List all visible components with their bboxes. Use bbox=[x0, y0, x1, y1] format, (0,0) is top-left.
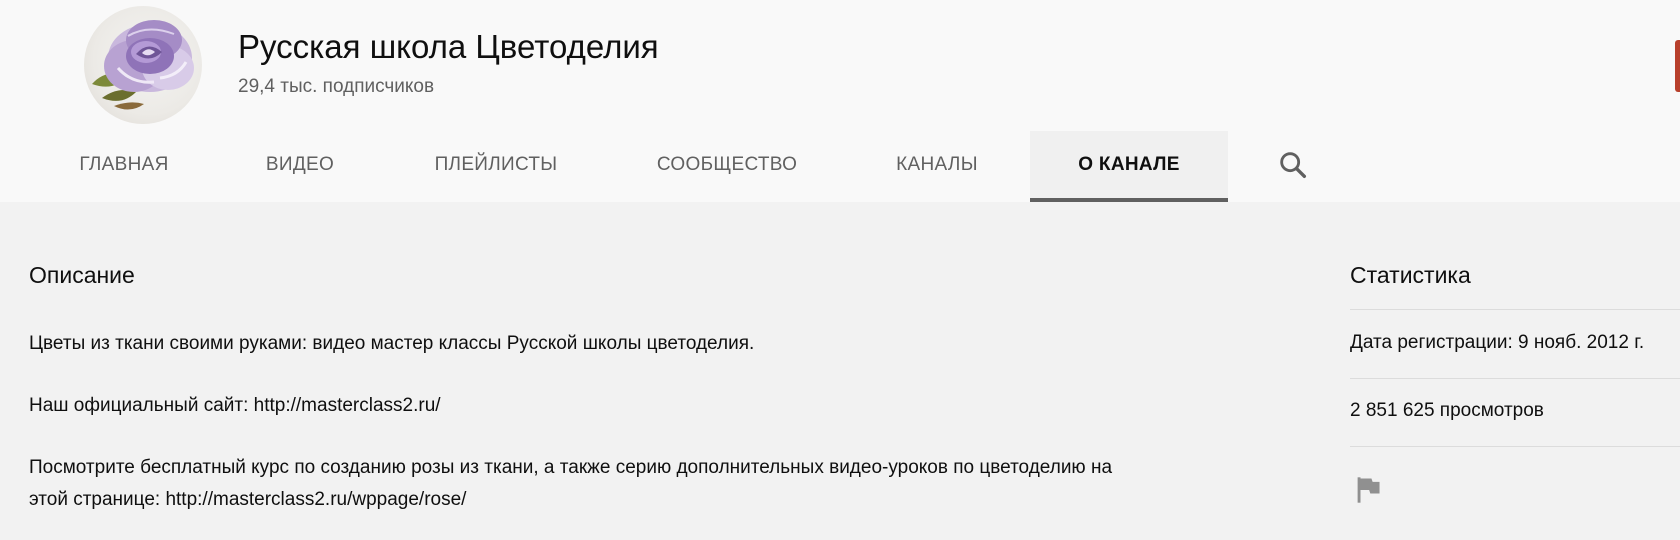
stats-heading: Статистика bbox=[1350, 262, 1471, 288]
description-heading: Описание bbox=[29, 262, 135, 288]
tab-community[interactable]: СООБЩЕСТВО bbox=[642, 131, 812, 202]
stats-divider bbox=[1350, 378, 1680, 379]
stats-divider bbox=[1350, 309, 1680, 310]
stats-divider bbox=[1350, 446, 1680, 447]
channel-header: Русская школа Цветоделия 29,4 тыс. подпи… bbox=[0, 0, 1680, 202]
registration-date: Дата регистрации: 9 нояб. 2012 г. bbox=[1350, 332, 1645, 353]
report-button[interactable] bbox=[1354, 475, 1382, 505]
tab-channels[interactable]: КАНАЛЫ bbox=[880, 131, 994, 202]
channel-avatar[interactable] bbox=[84, 6, 202, 124]
flag-icon bbox=[1357, 477, 1380, 503]
tab-about[interactable]: О КАНАЛЕ bbox=[1030, 131, 1228, 202]
tab-playlists[interactable]: ПЛЕЙЛИСТЫ bbox=[416, 131, 576, 202]
channel-title: Русская школа Цветоделия bbox=[238, 28, 659, 65]
tab-home[interactable]: ГЛАВНАЯ bbox=[62, 131, 186, 202]
subscribe-button[interactable] bbox=[1675, 40, 1680, 92]
description-paragraph: Посмотрите бесплатный курс по созданию р… bbox=[29, 457, 1113, 510]
rose-avatar-image bbox=[92, 20, 194, 110]
channel-tabs: ГЛАВНАЯ ВИДЕО ПЛЕЙЛИСТЫ СООБЩЕСТВО КАНАЛ… bbox=[0, 131, 1680, 202]
tab-videos[interactable]: ВИДЕО bbox=[248, 131, 352, 202]
description-paragraph: Наш официальный сайт: http://masterclass… bbox=[29, 395, 441, 416]
subscriber-count: 29,4 тыс. подписчиков bbox=[238, 76, 435, 97]
view-count: 2 851 625 просмотров bbox=[1350, 400, 1544, 421]
search-icon bbox=[1280, 152, 1307, 179]
description-paragraph: Цветы из ткани своими руками: видео маст… bbox=[29, 333, 755, 354]
channel-search-button[interactable] bbox=[1276, 148, 1310, 182]
